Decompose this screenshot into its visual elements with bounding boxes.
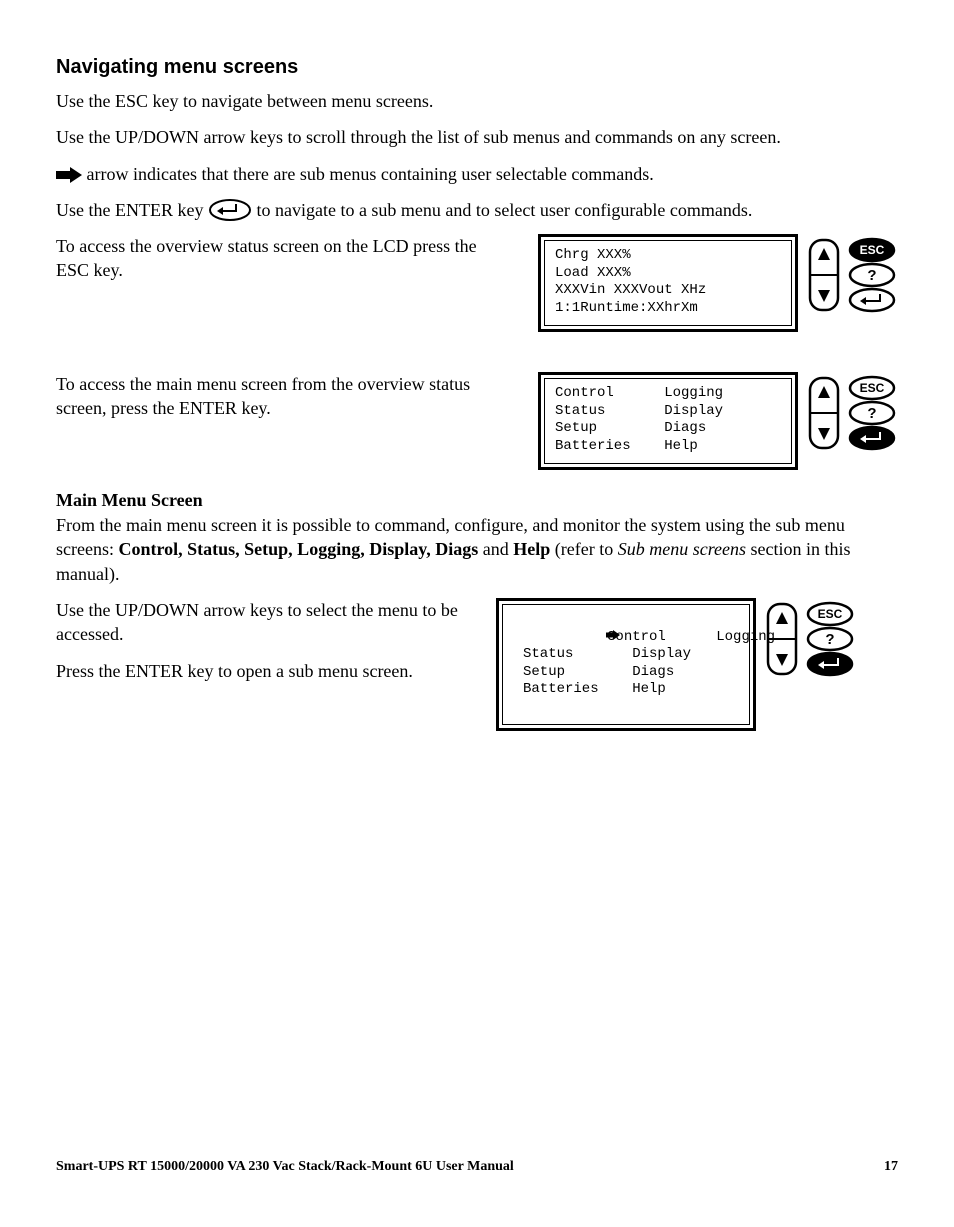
enter-text-before: Use the ENTER key	[56, 200, 203, 220]
lcd-content-overview: Chrg XXX% Load XXX% XXXVin XXXVout XHz 1…	[544, 240, 792, 326]
svg-text:ESC: ESC	[860, 243, 885, 257]
lcd-screen-overview: Chrg XXX% Load XXX% XXXVin XXXVout XHz 1…	[538, 234, 798, 332]
p7-part-f: Sub menu screens	[618, 539, 746, 559]
enter-key-icon	[208, 200, 257, 220]
lcd-content-selected: Control Logging Status Display Setup Dia…	[502, 604, 750, 725]
lcd-screen-mainmenu: Control Logging Status Display Setup Dia…	[538, 372, 798, 470]
keypad-icon: ESC ?	[764, 598, 856, 685]
paragraph-enter-key: Use the ENTER key to navigate to a sub m…	[56, 198, 898, 222]
svg-text:ESC: ESC	[818, 607, 843, 621]
paragraph-access-overview: To access the overview status screen on …	[56, 234, 506, 283]
p7-part-b: Control, Status, Setup, Logging, Display…	[118, 539, 478, 559]
lcd-screen-selected: Control Logging Status Display Setup Dia…	[496, 598, 756, 731]
paragraph-access-mainmenu: To access the main menu screen from the …	[56, 372, 506, 421]
lcd-content-mainmenu: Control Logging Status Display Setup Dia…	[544, 378, 792, 464]
section-heading: Navigating menu screens	[56, 56, 898, 79]
keypad-icon: ESC ?	[806, 372, 898, 459]
paragraph-mainmenu-desc: From the main menu screen it is possible…	[56, 513, 898, 586]
arrow-right-icon	[56, 164, 87, 184]
svg-text:ESC: ESC	[860, 381, 885, 395]
keypad-icon: ESC ?	[806, 234, 898, 321]
svg-text:?: ?	[867, 267, 876, 284]
arrow-right-icon	[505, 611, 620, 664]
paragraph-esc-nav: Use the ESC key to navigate between menu…	[56, 89, 898, 113]
main-menu-subhead: Main Menu Screen	[56, 490, 898, 511]
p7-part-c: and	[478, 539, 513, 559]
paragraph-select-menu: Use the UP/DOWN arrow keys to select the…	[56, 598, 486, 647]
svg-text:?: ?	[825, 631, 834, 648]
p7-part-d: Help	[513, 539, 550, 559]
paragraph-press-enter: Press the ENTER key to open a sub menu s…	[56, 659, 486, 683]
page-number: 17	[884, 1159, 898, 1175]
svg-text:?: ?	[867, 405, 876, 422]
enter-text-after: to navigate to a sub menu and to select …	[256, 200, 752, 220]
paragraph-arrow-indicator: arrow indicates that there are sub menus…	[56, 162, 898, 186]
p7-part-e: (refer to	[550, 539, 617, 559]
arrow-indicator-text: arrow indicates that there are sub menus…	[87, 164, 654, 184]
footer-manual-title: Smart-UPS RT 15000/20000 VA 230 Vac Stac…	[56, 1159, 514, 1175]
paragraph-arrow-scroll: Use the UP/DOWN arrow keys to scroll thr…	[56, 125, 898, 149]
